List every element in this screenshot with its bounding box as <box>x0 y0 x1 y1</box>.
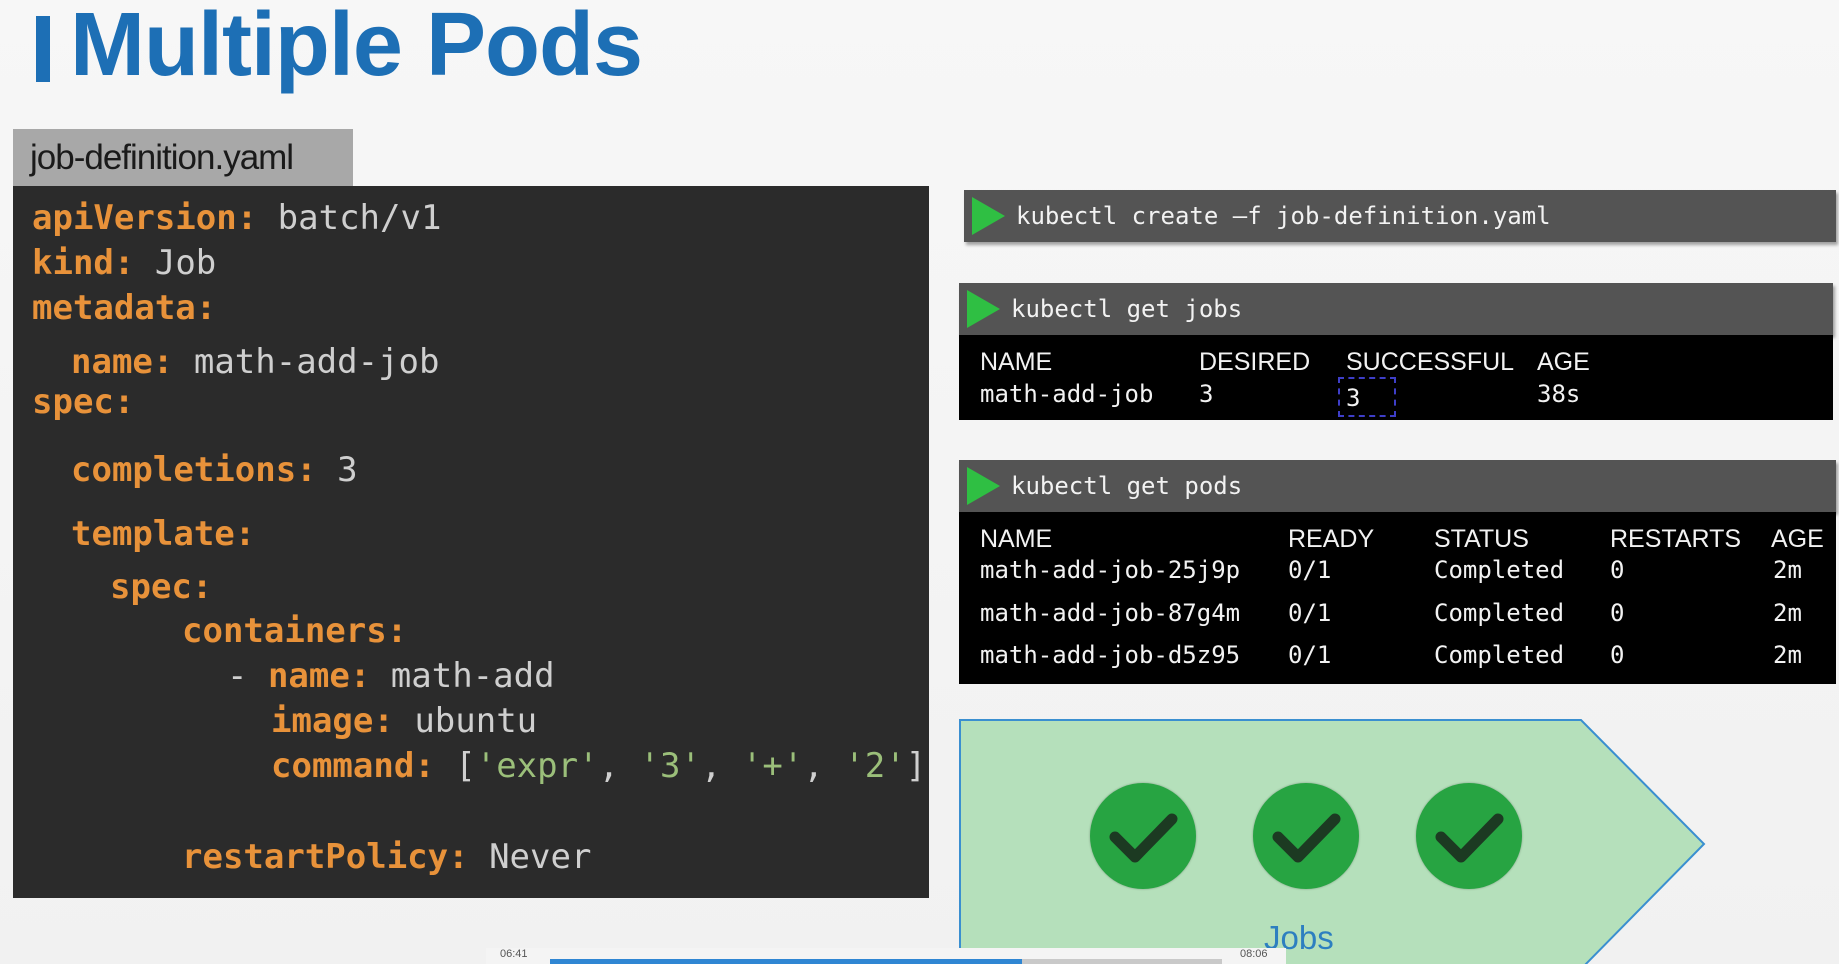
jobs-header-name: NAME <box>980 348 1053 376</box>
video-elapsed-time: 06:41 <box>500 948 528 960</box>
play-icon <box>972 197 1005 235</box>
command-text: kubectl get jobs <box>1011 295 1243 323</box>
pods-cell-status: Completed <box>1434 599 1565 627</box>
pods-cell-age: 2m <box>1773 641 1802 669</box>
yaml-line-completions: completions: 3 <box>71 450 358 490</box>
pods-cell-ready: 0/1 <box>1288 599 1332 627</box>
pods-cell-name: math-add-job-87g4m <box>980 599 1241 627</box>
play-icon <box>967 290 1000 328</box>
yaml-line-containers: containers: <box>182 611 408 651</box>
jobs-header-desired: DESIRED <box>1199 348 1311 376</box>
jobs-cell-successful: 3 <box>1346 384 1361 412</box>
file-tab: job-definition.yaml <box>13 129 353 186</box>
command-create: kubectl create –f job-definition.yaml <box>964 190 1836 242</box>
yaml-line-image: image: ubuntu <box>271 701 538 741</box>
check-icon <box>1090 783 1196 889</box>
yaml-line-inner-spec: spec: <box>110 567 213 607</box>
check-icon <box>1416 783 1522 889</box>
pods-cell-age: 2m <box>1773 599 1802 627</box>
yaml-line-kind: kind: Job <box>32 243 217 283</box>
yaml-line-template: template: <box>71 514 256 554</box>
jobs-cell-desired: 3 <box>1199 380 1214 408</box>
command-text: kubectl create –f job-definition.yaml <box>1016 202 1551 230</box>
yaml-code-panel: apiVersion: batch/v1 kind: Job metadata:… <box>13 186 929 898</box>
jobs-output: NAME DESIRED SUCCESSFUL AGE math-add-job… <box>959 335 1833 420</box>
pods-cell-name: math-add-job-d5z95 <box>980 641 1241 669</box>
check-icon <box>1253 783 1359 889</box>
yaml-line-spec: spec: <box>32 382 135 422</box>
pods-header-age: AGE <box>1771 525 1824 553</box>
jobs-header-successful: SUCCESSFUL <box>1346 348 1515 376</box>
yaml-line-command: command: ['expr', '3', '+', '2'] <box>271 746 927 786</box>
pods-cell-restarts: 0 <box>1610 599 1625 627</box>
command-text: kubectl get pods <box>1011 472 1243 500</box>
pods-header-restarts: RESTARTS <box>1610 525 1742 553</box>
pods-cell-restarts: 0 <box>1610 556 1625 584</box>
pods-cell-ready: 0/1 <box>1288 641 1332 669</box>
slide-title: Multiple Pods <box>70 0 643 95</box>
play-icon <box>967 467 1000 505</box>
yaml-line-container-name: - name: math-add <box>227 656 555 696</box>
video-total-time: 08:06 <box>1240 948 1268 960</box>
pods-cell-restarts: 0 <box>1610 641 1625 669</box>
jobs-header-age: AGE <box>1537 348 1590 376</box>
pods-header-name: NAME <box>980 525 1053 553</box>
title-accent-bar <box>36 16 50 82</box>
pods-output: NAME READY STATUS RESTARTS AGE math-add-… <box>959 512 1836 684</box>
pods-header-status: STATUS <box>1434 525 1529 553</box>
command-get-pods: kubectl get pods <box>959 460 1836 512</box>
jobs-cell-age: 38s <box>1537 380 1581 408</box>
yaml-line-name: name: math-add-job <box>71 342 440 382</box>
pods-cell-age: 2m <box>1773 556 1802 584</box>
command-get-jobs: kubectl get jobs <box>959 283 1833 335</box>
jobs-cell-name: math-add-job <box>980 380 1154 408</box>
pods-cell-status: Completed <box>1434 641 1565 669</box>
video-seek-fill <box>550 959 1023 964</box>
yaml-line-restartpolicy: restartPolicy: Never <box>182 837 592 877</box>
pods-header-ready: READY <box>1288 525 1375 553</box>
video-progress-bar[interactable]: 06:41 08:06 <box>486 948 1286 964</box>
yaml-line-apiversion: apiVersion: batch/v1 <box>32 198 442 238</box>
yaml-line-metadata: metadata: <box>32 288 217 328</box>
pods-cell-ready: 0/1 <box>1288 556 1332 584</box>
pods-cell-name: math-add-job-25j9p <box>980 556 1241 584</box>
video-seek-track[interactable] <box>550 959 1222 964</box>
pods-cell-status: Completed <box>1434 556 1565 584</box>
